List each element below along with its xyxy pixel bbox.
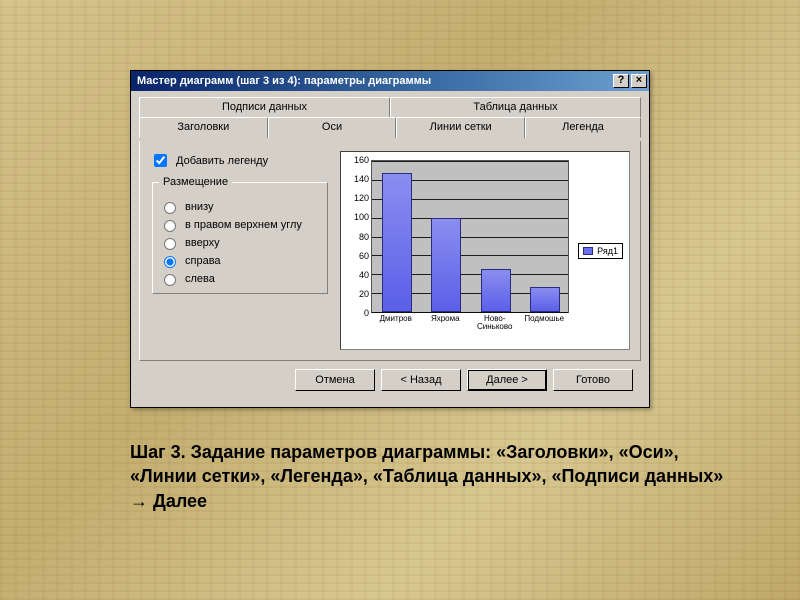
y-tick-label: 0	[343, 308, 369, 318]
slide-caption: Шаг 3. Задание параметров диаграммы: «За…	[130, 440, 740, 513]
tab-panel-legend: Добавить легенду Размещение внизу в прав…	[139, 141, 641, 361]
y-tick-label: 120	[343, 193, 369, 203]
tab-axes[interactable]: Оси	[268, 117, 397, 138]
bar	[530, 287, 560, 312]
back-button[interactable]: < Назад	[381, 369, 461, 391]
add-legend-checkbox[interactable]: Добавить легенду	[150, 151, 330, 170]
window-title: Мастер диаграмм (шаг 3 из 4): параметры …	[137, 75, 431, 87]
placement-label: Размещение	[159, 176, 232, 188]
placement-option-bottom[interactable]: внизу	[159, 199, 321, 214]
legend-series-name: Ряд1	[597, 246, 618, 256]
chart-wizard-dialog: Мастер диаграмм (шаг 3 из 4): параметры …	[130, 70, 650, 408]
legend-swatch	[583, 247, 593, 255]
plot-area	[371, 160, 569, 313]
y-tick-label: 20	[343, 289, 369, 299]
y-tick-label: 40	[343, 270, 369, 280]
bar	[481, 269, 511, 312]
y-tick-label: 60	[343, 251, 369, 261]
x-tick-label: Подмошье	[520, 315, 568, 323]
wizard-buttons: Отмена < Назад Далее > Готово	[139, 361, 641, 399]
tab-data-labels[interactable]: Подписи данных	[139, 97, 390, 117]
chart-preview: Ряд1 0 20 40 60 80 100 120 140 160 ДмитровЯхромаН…	[340, 151, 630, 350]
help-button[interactable]: ?	[613, 74, 629, 88]
placement-group: Размещение внизу в правом верхнем углу в…	[152, 176, 328, 294]
finish-button[interactable]: Готово	[553, 369, 633, 391]
y-tick-label: 160	[343, 155, 369, 165]
close-button[interactable]: ×	[631, 74, 647, 88]
add-legend-input[interactable]	[154, 154, 167, 167]
x-tick-label: Дмитров	[372, 315, 420, 323]
chart-legend: Ряд1	[578, 243, 623, 259]
bar	[382, 173, 412, 312]
x-tick-label: Яхрома	[421, 315, 469, 323]
bar	[431, 218, 461, 312]
tab-titles[interactable]: Заголовки	[139, 117, 268, 138]
tab-legend[interactable]: Легенда	[525, 117, 641, 138]
placement-option-right[interactable]: справа	[159, 253, 321, 268]
add-legend-label: Добавить легенду	[176, 155, 268, 167]
cancel-button[interactable]: Отмена	[295, 369, 375, 391]
y-tick-label: 100	[343, 212, 369, 222]
y-tick-label: 80	[343, 232, 369, 242]
titlebar[interactable]: Мастер диаграмм (шаг 3 из 4): параметры …	[131, 71, 649, 91]
tab-data-table[interactable]: Таблица данных	[390, 97, 641, 117]
x-tick-label: Ново-Синьково	[471, 315, 519, 332]
tab-gridlines[interactable]: Линии сетки	[396, 117, 525, 138]
placement-option-top[interactable]: вверху	[159, 235, 321, 250]
placement-option-corner[interactable]: в правом верхнем углу	[159, 217, 321, 232]
y-tick-label: 140	[343, 174, 369, 184]
tab-bar: Подписи данных Таблица данных Заголовки …	[139, 97, 641, 141]
placement-option-left[interactable]: слева	[159, 271, 321, 286]
next-button[interactable]: Далее >	[467, 369, 547, 391]
